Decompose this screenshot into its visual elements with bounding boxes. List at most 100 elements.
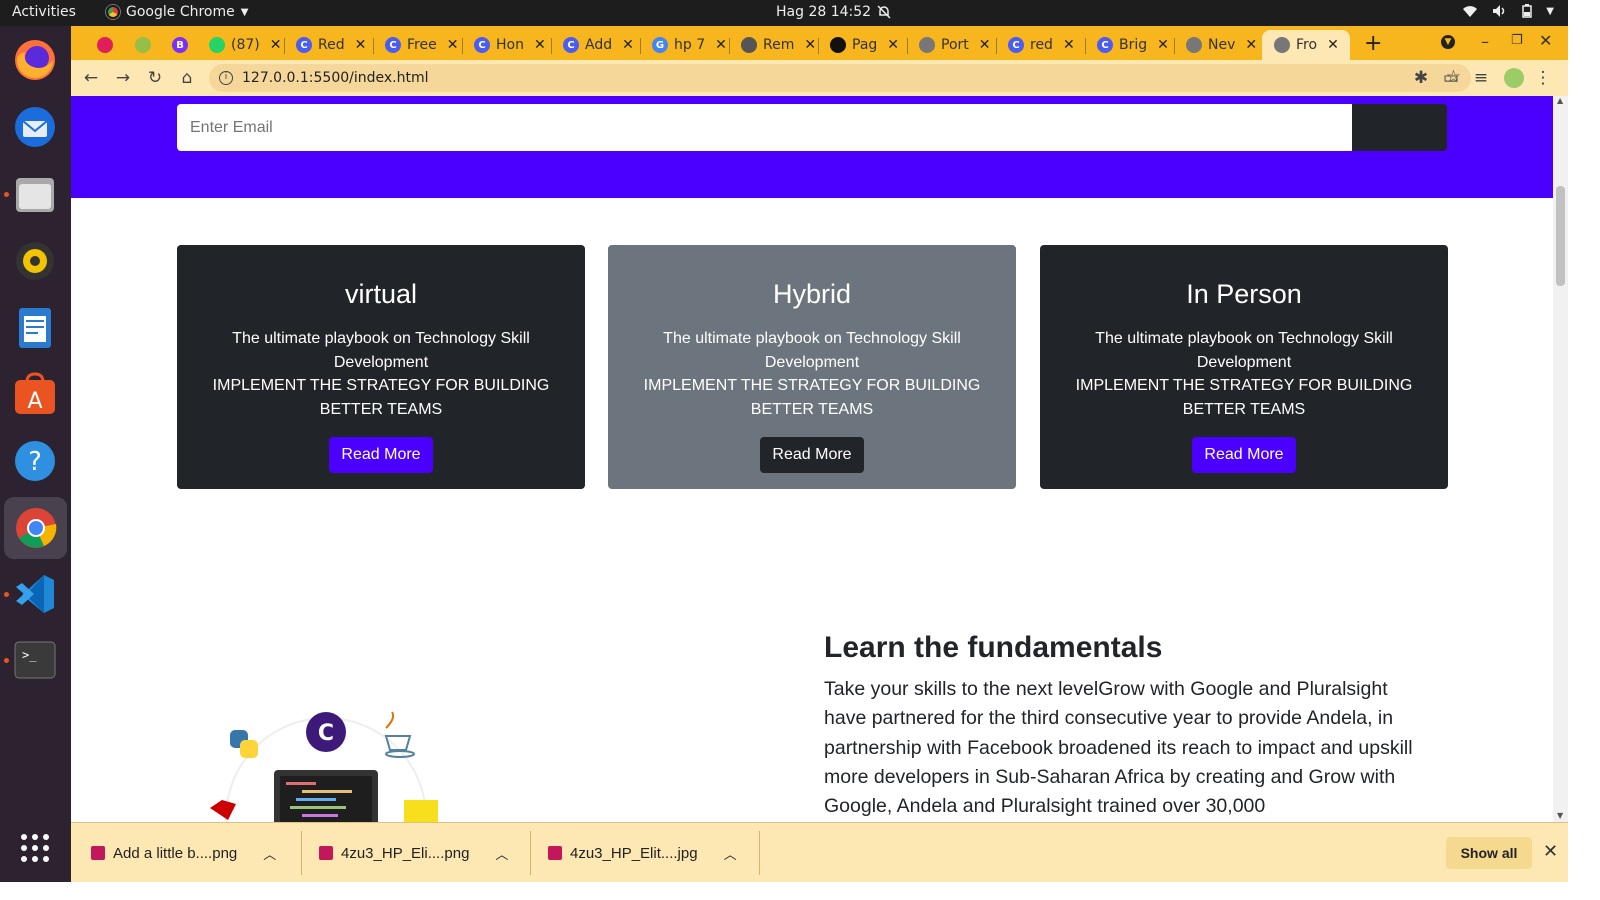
- tab-close-icon[interactable]: ✕: [1327, 37, 1339, 53]
- languages-illustration: C: [206, 708, 446, 822]
- email-input[interactable]: [177, 104, 1352, 151]
- app-menu[interactable]: Google Chrome ▼: [106, 4, 248, 20]
- scroll-up-arrow[interactable]: ▲: [1557, 96, 1563, 105]
- forward-button[interactable]: →: [111, 66, 135, 90]
- media-control-icon[interactable]: ≡: [1469, 66, 1493, 90]
- browser-tab[interactable]: C Add ✕: [551, 30, 640, 60]
- chevron-up-icon[interactable]: ︿: [724, 844, 737, 863]
- tab-close-icon[interactable]: ✕: [622, 37, 634, 53]
- address-bar[interactable]: i 127.0.0.1:5500/index.html ☆: [209, 64, 1471, 92]
- page-scrollbar[interactable]: ▲ ▼: [1553, 96, 1568, 822]
- clock[interactable]: Hag 28 14:52: [776, 4, 891, 20]
- browser-tab[interactable]: Nev ✕: [1174, 30, 1262, 60]
- minimize-button[interactable]: –: [1481, 32, 1489, 51]
- browser-tab[interactable]: C Free ✕: [373, 30, 462, 60]
- chevron-up-icon[interactable]: ︿: [263, 844, 276, 863]
- clock-text: Hag 28 14:52: [776, 4, 872, 20]
- browser-tab[interactable]: Rem ✕: [729, 30, 818, 60]
- chevron-up-icon[interactable]: ︿: [495, 844, 508, 863]
- firefox-launcher[interactable]: [11, 36, 59, 84]
- tab-close-icon[interactable]: ✕: [887, 37, 899, 53]
- writer-icon: [19, 308, 51, 348]
- svg-text:>_: >_: [22, 648, 37, 662]
- download-item[interactable]: 4zu3_HP_Eli....png ︿: [319, 823, 508, 883]
- rhythmbox-icon: [16, 242, 54, 280]
- home-button[interactable]: ⌂: [175, 66, 199, 90]
- browser-tab[interactable]: C Hon ✕: [462, 30, 551, 60]
- download-item[interactable]: Add a little b....png ︿: [91, 823, 276, 883]
- system-tray[interactable]: ▼: [1462, 4, 1554, 18]
- browser-tab[interactable]: Fro ✕: [1262, 30, 1350, 60]
- read-more-button[interactable]: Read More: [760, 437, 864, 473]
- read-more-button[interactable]: Read More: [1192, 437, 1296, 473]
- read-more-button[interactable]: Read More: [329, 437, 433, 473]
- files-icon: [16, 178, 54, 212]
- tab-close-icon[interactable]: ✕: [715, 37, 727, 53]
- divider: [301, 831, 302, 875]
- more-options-icon[interactable]: ⋮: [1531, 66, 1555, 90]
- tab-close-icon[interactable]: ✕: [355, 37, 367, 53]
- browser-tab[interactable]: Ghp 7 ✕: [640, 30, 729, 60]
- scrollbar-thumb[interactable]: [1556, 186, 1565, 286]
- download-filename: 4zu3_HP_Elit....jpg: [570, 844, 698, 862]
- browser-tab[interactable]: Port ✕: [907, 30, 996, 60]
- card-line: The ultimate playbook on Technology Skil…: [1095, 330, 1393, 371]
- card-line: IMPLEMENT THE STRATEGY FOR BUILDING BETT…: [212, 377, 550, 418]
- tab-close-icon[interactable]: ✕: [1157, 37, 1169, 53]
- extensions-icon[interactable]: ✱: [1409, 66, 1433, 90]
- tab-close-icon[interactable]: ✕: [979, 37, 991, 53]
- new-tab-button[interactable]: +: [1364, 31, 1382, 56]
- close-icon[interactable]: ✕: [1543, 841, 1558, 862]
- firefox-icon: [15, 40, 55, 80]
- tab-label: Pag: [852, 37, 878, 53]
- close-window-button[interactable]: ✕: [1539, 31, 1552, 50]
- rhythmbox-launcher[interactable]: [11, 237, 59, 285]
- chevron-down-icon: ▼: [1546, 5, 1554, 17]
- browser-tab[interactable]: [123, 30, 160, 60]
- running-indicator: [4, 658, 9, 663]
- card-text: The ultimate playbook on Technology Skil…: [1058, 327, 1430, 421]
- tab-close-icon[interactable]: ✕: [1063, 37, 1075, 53]
- tab-close-icon[interactable]: ✕: [1245, 37, 1257, 53]
- divider: [530, 831, 531, 875]
- cast-icon[interactable]: ▭: [1439, 66, 1463, 90]
- thunderbird-launcher[interactable]: [11, 103, 59, 151]
- tab-close-icon[interactable]: ✕: [534, 37, 546, 53]
- tab-label: Port: [941, 37, 969, 53]
- vscode-launcher[interactable]: [11, 570, 59, 618]
- profile-avatar[interactable]: [1502, 66, 1526, 90]
- software-launcher[interactable]: A: [11, 370, 59, 418]
- info-icon[interactable]: i: [219, 71, 233, 85]
- activities-button[interactable]: Activities: [12, 4, 76, 20]
- help-launcher[interactable]: ?: [11, 437, 59, 485]
- url-text: 127.0.0.1:5500/index.html: [242, 70, 429, 86]
- browser-tab[interactable]: C Brig ✕: [1085, 30, 1174, 60]
- scroll-down-arrow[interactable]: ▼: [1557, 811, 1563, 820]
- globe-icon: [1274, 37, 1290, 53]
- tab-search-icon[interactable]: ▼: [1441, 35, 1455, 49]
- slack-icon: [97, 37, 113, 53]
- tab-label: Free: [407, 37, 437, 53]
- browser-tab[interactable]: [85, 30, 123, 60]
- show-all-button[interactable]: Show all: [1446, 837, 1532, 869]
- system-top-bar: Activities Google Chrome ▼ Hag 28 14:52 …: [0, 0, 1568, 26]
- maximize-button[interactable]: ❐: [1511, 33, 1523, 48]
- browser-tab[interactable]: (87) ✕: [197, 30, 284, 60]
- browser-tab[interactable]: Cred ✕: [996, 30, 1085, 60]
- tab-label: Brig: [1119, 37, 1148, 53]
- terminal-launcher[interactable]: >_: [11, 636, 59, 684]
- subscribe-button[interactable]: [1352, 104, 1447, 151]
- chrome-launcher[interactable]: [4, 497, 67, 559]
- browser-tab[interactable]: Pag ✕: [818, 30, 907, 60]
- files-launcher[interactable]: [11, 170, 59, 218]
- tab-close-icon[interactable]: ✕: [804, 37, 816, 53]
- browser-tab[interactable]: C Red ✕: [284, 30, 373, 60]
- download-item[interactable]: 4zu3_HP_Elit....jpg ︿: [548, 823, 737, 883]
- browser-tab[interactable]: B: [160, 30, 197, 60]
- tab-close-icon[interactable]: ✕: [270, 37, 282, 53]
- reload-button[interactable]: ↻: [143, 66, 167, 90]
- back-button[interactable]: ←: [79, 66, 103, 90]
- show-applications-button[interactable]: [11, 824, 59, 872]
- writer-launcher[interactable]: [11, 304, 59, 352]
- tab-close-icon[interactable]: ✕: [447, 37, 459, 53]
